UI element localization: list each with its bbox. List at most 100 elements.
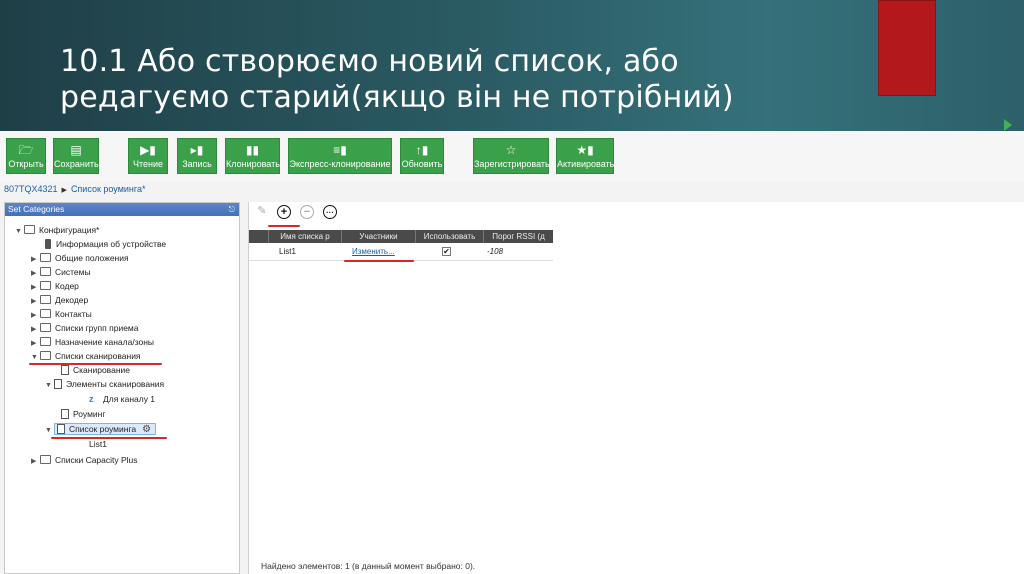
tree-node-decoder[interactable]: ▶ Декодер [31,294,88,307]
tree-node-capacity-plus[interactable]: ▶ Списки Capacity Plus [31,454,138,467]
panel-title: Set Categories [8,204,65,214]
expand-arrow-icon[interactable]: ▶ [31,281,40,294]
folder-icon [40,309,51,318]
list-editor-panel: ✎ + − ··· Имя списка р Участники Использ… [248,202,1024,574]
tree-node-coder[interactable]: ▶ Кодер [31,280,79,293]
breadcrumb-separator-icon: ▶ [61,187,67,194]
red-underline [268,225,300,227]
tree-node-scan[interactable]: Сканирование [61,364,130,377]
document-icon [57,424,65,434]
expand-arrow-icon[interactable]: ▶ [31,253,40,266]
expand-arrow-icon[interactable]: ▶ [31,267,40,280]
document-icon [61,365,69,375]
save-button[interactable]: ▤ Сохранить [53,138,99,174]
cell-rssi-value: -108 [487,247,504,256]
device-icon [45,239,51,249]
expand-arrow-icon[interactable]: ▶ [31,455,40,468]
read-icon: ▶▮ [140,143,156,157]
write-button[interactable]: ▸▮ Запись [177,138,217,174]
column-header-rssi[interactable]: Порог RSSI (д [484,230,553,243]
column-header-members[interactable]: Участники [342,230,416,243]
update-button[interactable]: ↑▮ Обновить [400,138,444,174]
folder-icon [40,351,51,360]
document-icon [54,379,62,389]
edit-pencil-icon[interactable]: ✎ [255,205,269,219]
folder-icon [40,337,51,346]
slide-arrow-icon [1004,119,1012,131]
tree-node-roaming-list[interactable]: ▼ Список роуминга ⚙ [45,423,157,437]
zone-icon: z [89,394,94,404]
star-icon: ☆ [505,143,517,157]
tree-node-for-channel[interactable]: z Для каналу 1 [89,393,155,406]
gear-icon[interactable]: ⚙ [142,424,151,435]
remove-icon[interactable]: − [300,205,314,219]
write-icon: ▸▮ [190,143,204,157]
folder-icon: 🗁 [18,143,34,157]
document-icon [61,409,69,419]
clone-button[interactable]: ▮▮ Клонировать [225,138,280,174]
activate-button[interactable]: ★▮ Активировать [556,138,614,174]
breadcrumb-device[interactable]: 807TQX4321 [4,184,58,194]
breadcrumb: 807TQX4321 ▶ Список роуминга* [4,184,145,198]
pin-icon[interactable]: ⎋ [229,203,235,216]
tree-node-root[interactable]: ▼ Конфигурация* [15,224,99,237]
expand-arrow-icon[interactable]: ▶ [31,337,40,350]
edit-members-link[interactable]: Изменить... [352,245,395,258]
read-button[interactable]: ▶▮ Чтение [128,138,168,174]
red-accent-block [878,0,936,96]
panel-header: Set Categories ⎋ [5,203,239,216]
tree-node-list1[interactable]: List1 [89,438,107,451]
activate-icon: ★▮ [576,143,594,157]
red-underline [344,260,414,262]
folder-icon [40,295,51,304]
use-checkbox[interactable]: ✔ [442,247,451,256]
folder-icon [40,281,51,290]
folder-icon [40,323,51,332]
tree-node-contacts[interactable]: ▶ Контакты [31,308,92,321]
add-icon[interactable]: + [277,205,291,219]
grid-header-gutter [249,230,269,243]
expand-arrow-icon[interactable]: ▶ [31,323,40,336]
config-icon [24,225,35,234]
collapse-arrow-icon[interactable]: ▼ [45,379,54,392]
folder-icon [40,267,51,276]
folder-icon [40,253,51,262]
table-row[interactable]: List1 Изменить... ✔ -108 [249,243,553,261]
expand-arrow-icon[interactable]: ▶ [31,309,40,322]
express-clone-icon: ≡▮ [333,143,347,157]
more-options-icon[interactable]: ··· [323,205,337,219]
grid-header: Имя списка р Участники Использовать Поро… [249,230,553,243]
grid-toolbar: ✎ + − ··· [249,202,1024,224]
tree-node-roaming[interactable]: Роуминг [61,408,105,421]
tree-node-systems[interactable]: ▶ Системы [31,266,91,279]
main-toolbar: 🗁 Открыть ▤ Сохранить ▶▮ Чтение ▸▮ Запис… [0,131,1024,181]
status-bar-text: Найдено элементов: 1 (в данный момент вы… [261,561,476,571]
selected-node[interactable]: Список роуминга ⚙ [54,423,157,435]
cell-list-name: List1 [279,247,296,256]
red-underline [51,437,167,439]
save-icon: ▤ [70,143,82,157]
slide-title-line-2: редагуємо старий(якщо він не потрібний) [60,80,734,115]
expand-arrow-icon[interactable]: ▶ [31,295,40,308]
slide-header: 10.1 Або створюємо новий список, або ред… [0,0,1024,131]
folder-icon [40,455,51,464]
set-categories-panel: Set Categories ⎋ ▼ Конфигурация* Информац… [4,202,240,574]
register-button[interactable]: ☆ Зарегистрировать [473,138,550,174]
breadcrumb-current[interactable]: Список роуминга* [71,184,146,194]
collapse-arrow-icon[interactable]: ▼ [45,424,54,437]
open-button[interactable]: 🗁 Открыть [6,138,46,174]
column-header-use[interactable]: Использовать [416,230,484,243]
collapse-arrow-icon[interactable]: ▼ [15,225,24,238]
slide-title-line-1: 10.1 Або створюємо новий список, або [60,44,679,79]
update-icon: ↑▮ [415,143,429,157]
column-header-list-name[interactable]: Имя списка р [269,230,342,243]
app-window: 🗁 Открыть ▤ Сохранить ▶▮ Чтение ▸▮ Запис… [0,131,1024,574]
tree-node-scan-elements[interactable]: ▼ Элементы сканирования [45,378,164,391]
tree-node-scan-lists[interactable]: ▼ Списки сканирования [31,350,141,363]
express-clone-button[interactable]: ≡▮ Экспресс-клонирование [288,138,392,174]
slide-title: 10.1 Або створюємо новий список, або ред… [60,44,820,116]
tree-node-general[interactable]: ▶ Общие положения [31,252,129,265]
tree-node-channel-zone[interactable]: ▶ Назначение канала/зоны [31,336,154,349]
tree-node-rx-groups[interactable]: ▶ Списки групп приема [31,322,139,335]
tree-node-device-info[interactable]: Информация об устройстве [45,238,166,251]
